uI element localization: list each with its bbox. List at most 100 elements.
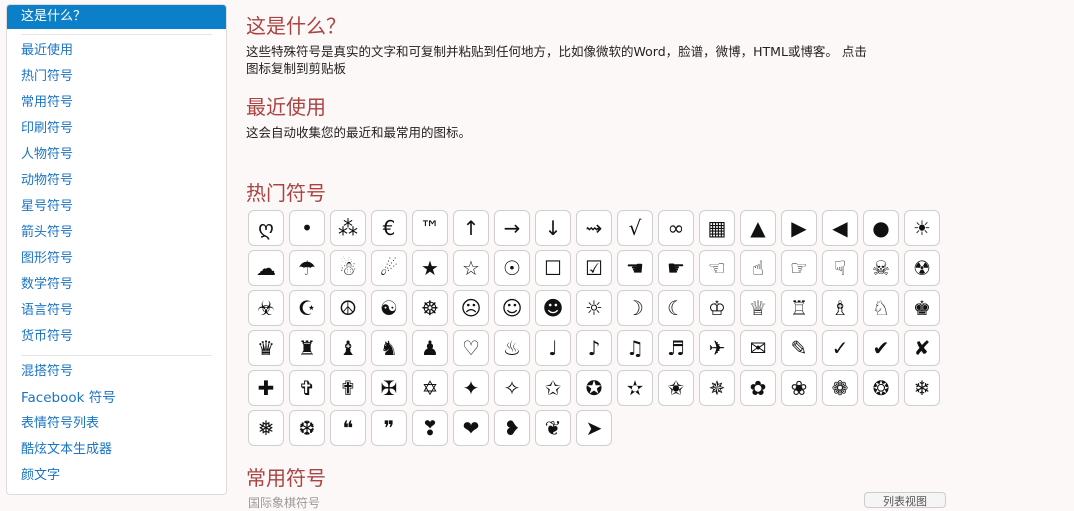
symbol-button[interactable]: ✎ bbox=[781, 330, 817, 366]
symbol-button[interactable]: ♘ bbox=[863, 290, 899, 326]
symbol-button[interactable]: ❂ bbox=[863, 370, 899, 406]
symbol-button[interactable]: ☟ bbox=[822, 250, 858, 286]
symbol-button[interactable]: ♩ bbox=[535, 330, 571, 366]
symbol-button[interactable]: ✧ bbox=[494, 370, 530, 406]
symbol-button[interactable]: ➤ bbox=[576, 410, 612, 446]
symbol-button[interactable]: ☺ bbox=[494, 290, 530, 326]
symbol-button[interactable]: ✉ bbox=[740, 330, 776, 366]
symbol-button[interactable]: ✵ bbox=[699, 370, 735, 406]
symbol-button[interactable]: ✬ bbox=[658, 370, 694, 406]
symbol-button[interactable]: ☯ bbox=[371, 290, 407, 326]
symbol-button[interactable]: ♜ bbox=[289, 330, 325, 366]
symbol-button[interactable]: ♪ bbox=[576, 330, 612, 366]
symbol-button[interactable]: ✔ bbox=[863, 330, 899, 366]
symbol-button[interactable]: ◀ bbox=[822, 210, 858, 246]
symbol-button[interactable]: ♟ bbox=[412, 330, 448, 366]
symbol-button[interactable]: ❝ bbox=[330, 410, 366, 446]
symbol-button[interactable]: ✈ bbox=[699, 330, 735, 366]
symbol-button[interactable]: ✦ bbox=[453, 370, 489, 406]
sidebar-item[interactable]: 货币符号 bbox=[7, 324, 226, 350]
symbol-button[interactable]: ♛ bbox=[248, 330, 284, 366]
symbol-button[interactable]: ☽ bbox=[617, 290, 653, 326]
symbol-button[interactable]: ☼ bbox=[576, 290, 612, 326]
symbol-button[interactable]: ☠ bbox=[863, 250, 899, 286]
symbol-button[interactable]: ♬ bbox=[658, 330, 694, 366]
symbol-button[interactable]: ✘ bbox=[904, 330, 940, 366]
symbol-button[interactable]: ღ bbox=[248, 210, 284, 246]
symbol-button[interactable]: ✫ bbox=[617, 370, 653, 406]
sidebar-item[interactable]: 混搭符号 bbox=[7, 359, 226, 385]
symbol-button[interactable]: ☝ bbox=[740, 250, 776, 286]
symbol-button[interactable]: • bbox=[289, 210, 325, 246]
symbol-button[interactable]: ♗ bbox=[822, 290, 858, 326]
symbol-button[interactable]: ⁂ bbox=[330, 210, 366, 246]
symbol-button[interactable]: ♝ bbox=[330, 330, 366, 366]
symbol-button[interactable]: ☪ bbox=[289, 290, 325, 326]
sidebar-item-active[interactable]: 这是什么？ bbox=[7, 5, 226, 29]
sidebar-item[interactable]: 数学符号 bbox=[7, 272, 226, 298]
sidebar-item[interactable]: 最近使用 bbox=[7, 38, 226, 64]
symbol-button[interactable]: ✞ bbox=[289, 370, 325, 406]
symbol-button[interactable]: ❤ bbox=[453, 410, 489, 446]
sidebar-item[interactable]: 语言符号 bbox=[7, 298, 226, 324]
sidebar-item[interactable]: 动物符号 bbox=[7, 168, 226, 194]
symbol-button[interactable]: ❣ bbox=[412, 410, 448, 446]
symbol-button[interactable]: ☸ bbox=[412, 290, 448, 326]
symbol-button[interactable]: ▲ bbox=[740, 210, 776, 246]
symbol-button[interactable]: ❁ bbox=[822, 370, 858, 406]
sidebar-item[interactable]: 酷炫文本生成器 bbox=[7, 437, 226, 463]
symbol-button[interactable]: ↓ bbox=[535, 210, 571, 246]
symbol-button[interactable]: ♔ bbox=[699, 290, 735, 326]
symbol-button[interactable]: ☾ bbox=[658, 290, 694, 326]
symbol-button[interactable]: ✟ bbox=[330, 370, 366, 406]
list-view-button[interactable]: 列表视图 bbox=[864, 492, 946, 508]
symbol-button[interactable]: ☁ bbox=[248, 250, 284, 286]
symbol-button[interactable]: ♫ bbox=[617, 330, 653, 366]
sidebar-item[interactable]: 热门符号 bbox=[7, 64, 226, 90]
sidebar-item[interactable]: 常用符号 bbox=[7, 90, 226, 116]
symbol-button[interactable]: ✠ bbox=[371, 370, 407, 406]
sidebar-item[interactable]: 图形符号 bbox=[7, 246, 226, 272]
sidebar-item[interactable]: 颜文字 bbox=[7, 463, 226, 489]
symbol-button[interactable]: ☹ bbox=[453, 290, 489, 326]
symbol-button[interactable]: ✓ bbox=[822, 330, 858, 366]
symbol-button[interactable]: √ bbox=[617, 210, 653, 246]
symbol-button[interactable]: ∞ bbox=[658, 210, 694, 246]
symbol-button[interactable]: ☻ bbox=[535, 290, 571, 326]
symbol-button[interactable]: ✪ bbox=[576, 370, 612, 406]
symbol-button[interactable]: ❀ bbox=[781, 370, 817, 406]
symbol-button[interactable]: ♡ bbox=[453, 330, 489, 366]
symbol-button[interactable]: ❄ bbox=[904, 370, 940, 406]
symbol-button[interactable]: ☉ bbox=[494, 250, 530, 286]
symbol-button[interactable]: ★ bbox=[412, 250, 448, 286]
symbol-button[interactable]: ☃ bbox=[330, 250, 366, 286]
symbol-button[interactable]: ☐ bbox=[535, 250, 571, 286]
sidebar-item[interactable]: Facebook 符号 bbox=[7, 385, 226, 411]
symbol-button[interactable]: € bbox=[371, 210, 407, 246]
symbol-button[interactable]: ☮ bbox=[330, 290, 366, 326]
symbol-button[interactable]: ✡ bbox=[412, 370, 448, 406]
sidebar-item[interactable]: 表情符号列表 bbox=[7, 411, 226, 437]
symbol-button[interactable]: ❞ bbox=[371, 410, 407, 446]
symbol-button[interactable]: ⇝ bbox=[576, 210, 612, 246]
symbol-button[interactable]: ❦ bbox=[535, 410, 571, 446]
symbol-button[interactable]: ♕ bbox=[740, 290, 776, 326]
symbol-button[interactable]: ❅ bbox=[248, 410, 284, 446]
symbol-button[interactable]: ☂ bbox=[289, 250, 325, 286]
symbol-button[interactable]: ☚ bbox=[617, 250, 653, 286]
symbol-button[interactable]: ♞ bbox=[371, 330, 407, 366]
symbol-button[interactable]: ✚ bbox=[248, 370, 284, 406]
symbol-button[interactable]: ♨ bbox=[494, 330, 530, 366]
symbol-button[interactable]: ❥ bbox=[494, 410, 530, 446]
symbol-button[interactable]: ✩ bbox=[535, 370, 571, 406]
sidebar-item[interactable]: 星号符号 bbox=[7, 194, 226, 220]
symbol-button[interactable]: ☛ bbox=[658, 250, 694, 286]
sidebar-item[interactable]: 箭头符号 bbox=[7, 220, 226, 246]
sidebar-item[interactable]: 印刷符号 bbox=[7, 116, 226, 142]
symbol-button[interactable]: ☣ bbox=[248, 290, 284, 326]
symbol-button[interactable]: ™ bbox=[412, 210, 448, 246]
symbol-button[interactable]: ▶ bbox=[781, 210, 817, 246]
symbol-button[interactable]: ▦ bbox=[699, 210, 735, 246]
symbol-button[interactable]: ↑ bbox=[453, 210, 489, 246]
symbol-button[interactable]: ☜ bbox=[699, 250, 735, 286]
